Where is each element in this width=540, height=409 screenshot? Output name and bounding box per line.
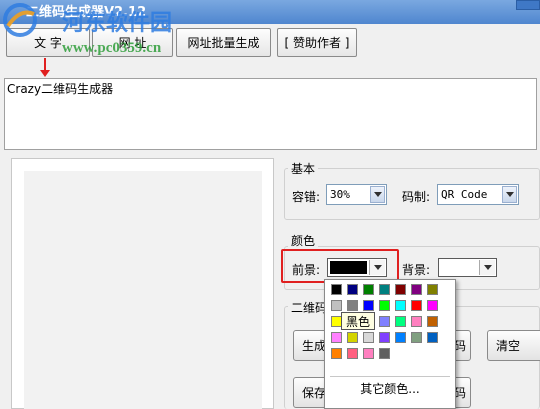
- palette-color-cell[interactable]: [395, 332, 406, 343]
- palette-color-cell[interactable]: [427, 332, 438, 343]
- watermark-brand: 河东软件园: [62, 10, 173, 36]
- batch-url-button[interactable]: 网址批量生成: [176, 28, 271, 57]
- palette-color-cell[interactable]: [331, 348, 342, 359]
- palette-color-cell[interactable]: [347, 284, 358, 295]
- palette-color-cell[interactable]: [379, 332, 390, 343]
- palette-color-cell[interactable]: [427, 284, 438, 295]
- highlight-box: [281, 249, 399, 283]
- palette-color-cell[interactable]: [411, 332, 422, 343]
- basic-group-title: 基本: [288, 160, 319, 177]
- chevron-down-icon: [373, 192, 382, 197]
- tolerance-dropdown-button[interactable]: [370, 186, 385, 203]
- watermark-logo-icon: [3, 3, 37, 37]
- palette-divider: [330, 376, 450, 377]
- code-type-dropdown-button[interactable]: [502, 186, 517, 203]
- palette-color-cell[interactable]: [347, 300, 358, 311]
- palette-color-cell[interactable]: [411, 284, 422, 295]
- palette-color-cell[interactable]: [363, 332, 374, 343]
- code-type-value: QR Code: [441, 188, 488, 201]
- code-type-label: 码制:: [402, 190, 431, 204]
- sponsor-label: [ 赞助作者 ]: [284, 36, 350, 50]
- qr-preview-area: [24, 171, 262, 409]
- palette-color-cell[interactable]: [331, 284, 342, 295]
- palette-color-cell[interactable]: [427, 300, 438, 311]
- tolerance-select[interactable]: 30%: [326, 184, 387, 205]
- background-swatch: [441, 261, 477, 274]
- palette-color-cell[interactable]: [379, 348, 390, 359]
- generate-label: 生成: [302, 339, 327, 353]
- clear-label: 清空: [496, 339, 521, 353]
- chevron-down-icon: [505, 192, 514, 197]
- save-label: 保存: [302, 386, 327, 400]
- annotation-arrow-head-icon: [40, 70, 50, 77]
- palette-color-cell[interactable]: [363, 300, 374, 311]
- palette-color-cell[interactable]: [379, 300, 390, 311]
- batch-url-label: 网址批量生成: [187, 36, 260, 50]
- palette-color-cell[interactable]: [331, 332, 342, 343]
- background-color-picker[interactable]: [438, 258, 497, 277]
- background-label: 背景:: [402, 263, 431, 277]
- sponsor-button[interactable]: [ 赞助作者 ]: [277, 28, 357, 57]
- more-colors-button[interactable]: 其它颜色...: [330, 379, 450, 397]
- content-input[interactable]: [4, 78, 537, 150]
- watermark-url: www.pc0359.cn: [62, 40, 162, 56]
- palette-color-cell[interactable]: [347, 348, 358, 359]
- palette-color-cell[interactable]: [395, 284, 406, 295]
- code-type-select[interactable]: QR Code: [437, 184, 519, 205]
- chevron-down-icon: [483, 265, 492, 270]
- tolerance-label: 容错:: [292, 190, 321, 204]
- palette-color-cell[interactable]: [363, 284, 374, 295]
- palette-color-cell[interactable]: [363, 348, 374, 359]
- color-group-title: 颜色: [288, 232, 319, 249]
- color-tooltip: 黑色: [341, 312, 375, 330]
- palette-color-cell[interactable]: [427, 316, 438, 327]
- palette-color-cell[interactable]: [347, 332, 358, 343]
- help-button[interactable]: [516, 0, 540, 10]
- palette-color-cell[interactable]: [331, 300, 342, 311]
- palette-color-cell[interactable]: [395, 316, 406, 327]
- palette-color-cell[interactable]: [411, 300, 422, 311]
- clear-button[interactable]: 清空: [487, 330, 540, 361]
- palette-color-cell[interactable]: [379, 316, 390, 327]
- tolerance-value: 30%: [330, 188, 350, 201]
- palette-color-cell[interactable]: [395, 300, 406, 311]
- palette-color-cell[interactable]: [411, 316, 422, 327]
- background-dropdown-button[interactable]: [479, 260, 495, 275]
- palette-color-cell[interactable]: [379, 284, 390, 295]
